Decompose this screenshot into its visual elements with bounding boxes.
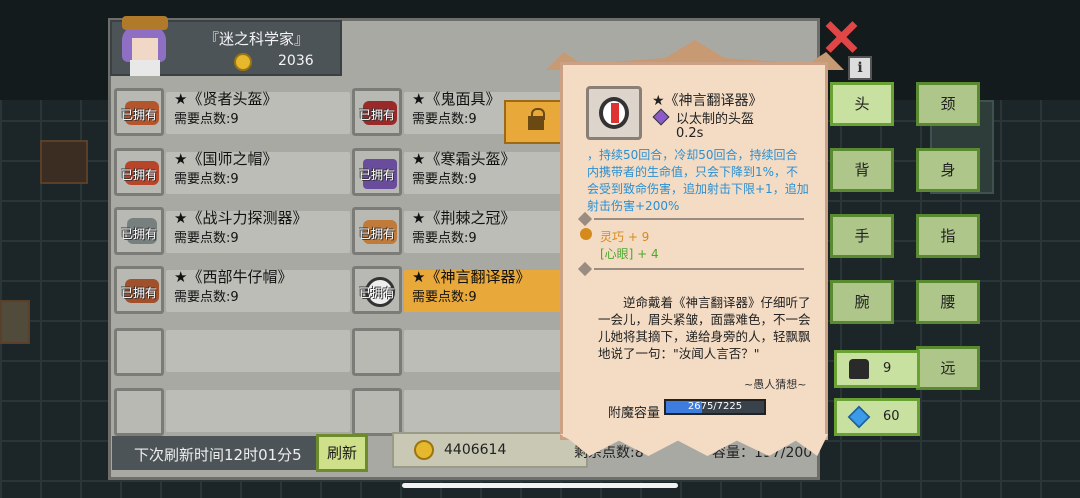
slot-head-button[interactable]: 头 <box>830 82 894 126</box>
shop-item-selected[interactable]: 已拥有 ★《神言翻译器》 需要点数:9 <box>352 264 564 316</box>
detail-author: ~愚人猜想~ <box>744 378 807 391</box>
item-name: ★《西部牛仔帽》 <box>174 268 293 286</box>
home-indicator[interactable] <box>402 483 678 488</box>
coin-icon <box>414 440 434 460</box>
slot-ranged-button[interactable]: 远 <box>916 346 980 390</box>
item-cost: 需要点数:9 <box>174 231 239 246</box>
item-cost: 需要点数:9 <box>412 112 477 127</box>
owned-badge: 已拥有 <box>120 168 157 182</box>
background-furniture <box>40 140 88 184</box>
item-name: ★《荆棘之冠》 <box>412 209 516 227</box>
refresh-timer-text: 下次刷新时间12时01分5 <box>134 446 302 464</box>
enchant-label: 附魔容量 <box>608 406 661 421</box>
enchant-progress-bar: 2675/7225 <box>664 399 766 415</box>
item-cost: 需要点数:9 <box>174 172 239 187</box>
owned-badge: 已拥有 <box>120 108 157 122</box>
gem-count: 60 <box>883 409 900 424</box>
character-icon <box>849 359 869 379</box>
item-cost: 需要点数:9 <box>412 290 477 305</box>
refresh-timer: 下次刷新时间12时01分5 <box>112 436 318 470</box>
owned-badge: 已拥有 <box>358 286 395 300</box>
owned-badge: 已拥有 <box>120 286 157 300</box>
detail-item-name: ★《神言翻译器》 <box>652 93 763 109</box>
info-icon[interactable]: i <box>848 56 872 80</box>
slot-finger-button[interactable]: 指 <box>916 214 980 258</box>
detail-lore: 逆命戴着《神言翻译器》仔细听了一会儿，眉头紧皱，面露难色，不一会儿她将其摘下，递… <box>598 295 811 361</box>
owned-badge: 已拥有 <box>358 108 395 122</box>
shop-item[interactable]: 已拥有 ★《寒霜头盔》 需要点数:9 <box>352 146 564 198</box>
item-name: ★《神言翻译器》 <box>412 268 531 286</box>
owned-badge: 已拥有 <box>358 168 395 182</box>
item-name: ★《寒霜头盔》 <box>412 150 516 168</box>
lock-button[interactable] <box>504 100 562 144</box>
item-cost: 需要点数:9 <box>412 172 477 187</box>
item-name: ★《战斗力探测器》 <box>174 209 308 227</box>
shop-item[interactable]: 已拥有 ★《战斗力探测器》 需要点数:9 <box>114 205 350 257</box>
enchant-value: 2675/7225 <box>687 401 743 412</box>
coin-icon <box>234 53 252 71</box>
item-cost: 需要点数:9 <box>412 231 477 246</box>
item-name: ★《贤者头盔》 <box>174 90 278 108</box>
character-count: 9 <box>883 361 892 376</box>
close-icon[interactable] <box>822 18 860 56</box>
item-cost: 需要点数:9 <box>174 290 239 305</box>
detail-item-time: 0.2s <box>676 126 704 141</box>
shop-item[interactable]: 已拥有 ★《贤者头盔》 需要点数:9 <box>114 86 350 138</box>
slot-wrist-button[interactable]: 腕 <box>830 280 894 324</box>
refresh-button[interactable]: 刷新 <box>316 434 368 472</box>
character-counter[interactable]: 9 <box>834 350 920 388</box>
background-plant <box>0 300 30 344</box>
item-cost: 需要点数:9 <box>174 112 239 127</box>
item-name: ★《鬼面具》 <box>412 90 501 108</box>
slot-hand-button[interactable]: 手 <box>830 214 894 258</box>
player-coins: 2036 <box>278 53 314 69</box>
divider <box>594 218 804 220</box>
stat-agility: 灵巧 + 9 <box>600 230 650 244</box>
owned-badge: 已拥有 <box>120 227 157 241</box>
slot-neck-button[interactable]: 颈 <box>916 82 980 126</box>
player-avatar <box>116 8 174 76</box>
total-coins: 4406614 <box>444 442 507 458</box>
divider <box>594 268 804 270</box>
agility-icon <box>580 228 592 240</box>
gem-counter[interactable]: 60 <box>834 398 920 436</box>
total-coins-bar: 4406614 <box>392 432 588 468</box>
slot-back-button[interactable]: 背 <box>830 148 894 192</box>
empty-item-slot[interactable] <box>352 386 564 438</box>
slot-body-button[interactable]: 身 <box>916 148 980 192</box>
detail-item-type: 以太制的头盔 <box>676 112 755 127</box>
shop-item[interactable]: 已拥有 ★《国师之帽》 需要点数:9 <box>114 146 350 198</box>
detail-effect: ，持续50回合，冷却50回合，持续回合内携带者的生命值，只会下降到1%，不会受到… <box>587 148 809 213</box>
diamond-icon <box>847 405 871 429</box>
empty-item-slot[interactable] <box>114 326 350 378</box>
detail-item-slot <box>586 86 642 140</box>
empty-item-slot[interactable] <box>114 386 350 438</box>
item-name: ★《国师之帽》 <box>174 150 278 168</box>
shop-item[interactable]: 已拥有 ★《西部牛仔帽》 需要点数:9 <box>114 264 350 316</box>
stat-eye: [心眼] + 4 <box>600 247 659 261</box>
shop-item[interactable]: 已拥有 ★《荆棘之冠》 需要点数:9 <box>352 205 564 257</box>
player-title: 『迷之科学家』 <box>204 30 310 48</box>
slot-waist-button[interactable]: 腰 <box>916 280 980 324</box>
empty-item-slot[interactable] <box>352 326 564 378</box>
owned-badge: 已拥有 <box>358 227 395 241</box>
